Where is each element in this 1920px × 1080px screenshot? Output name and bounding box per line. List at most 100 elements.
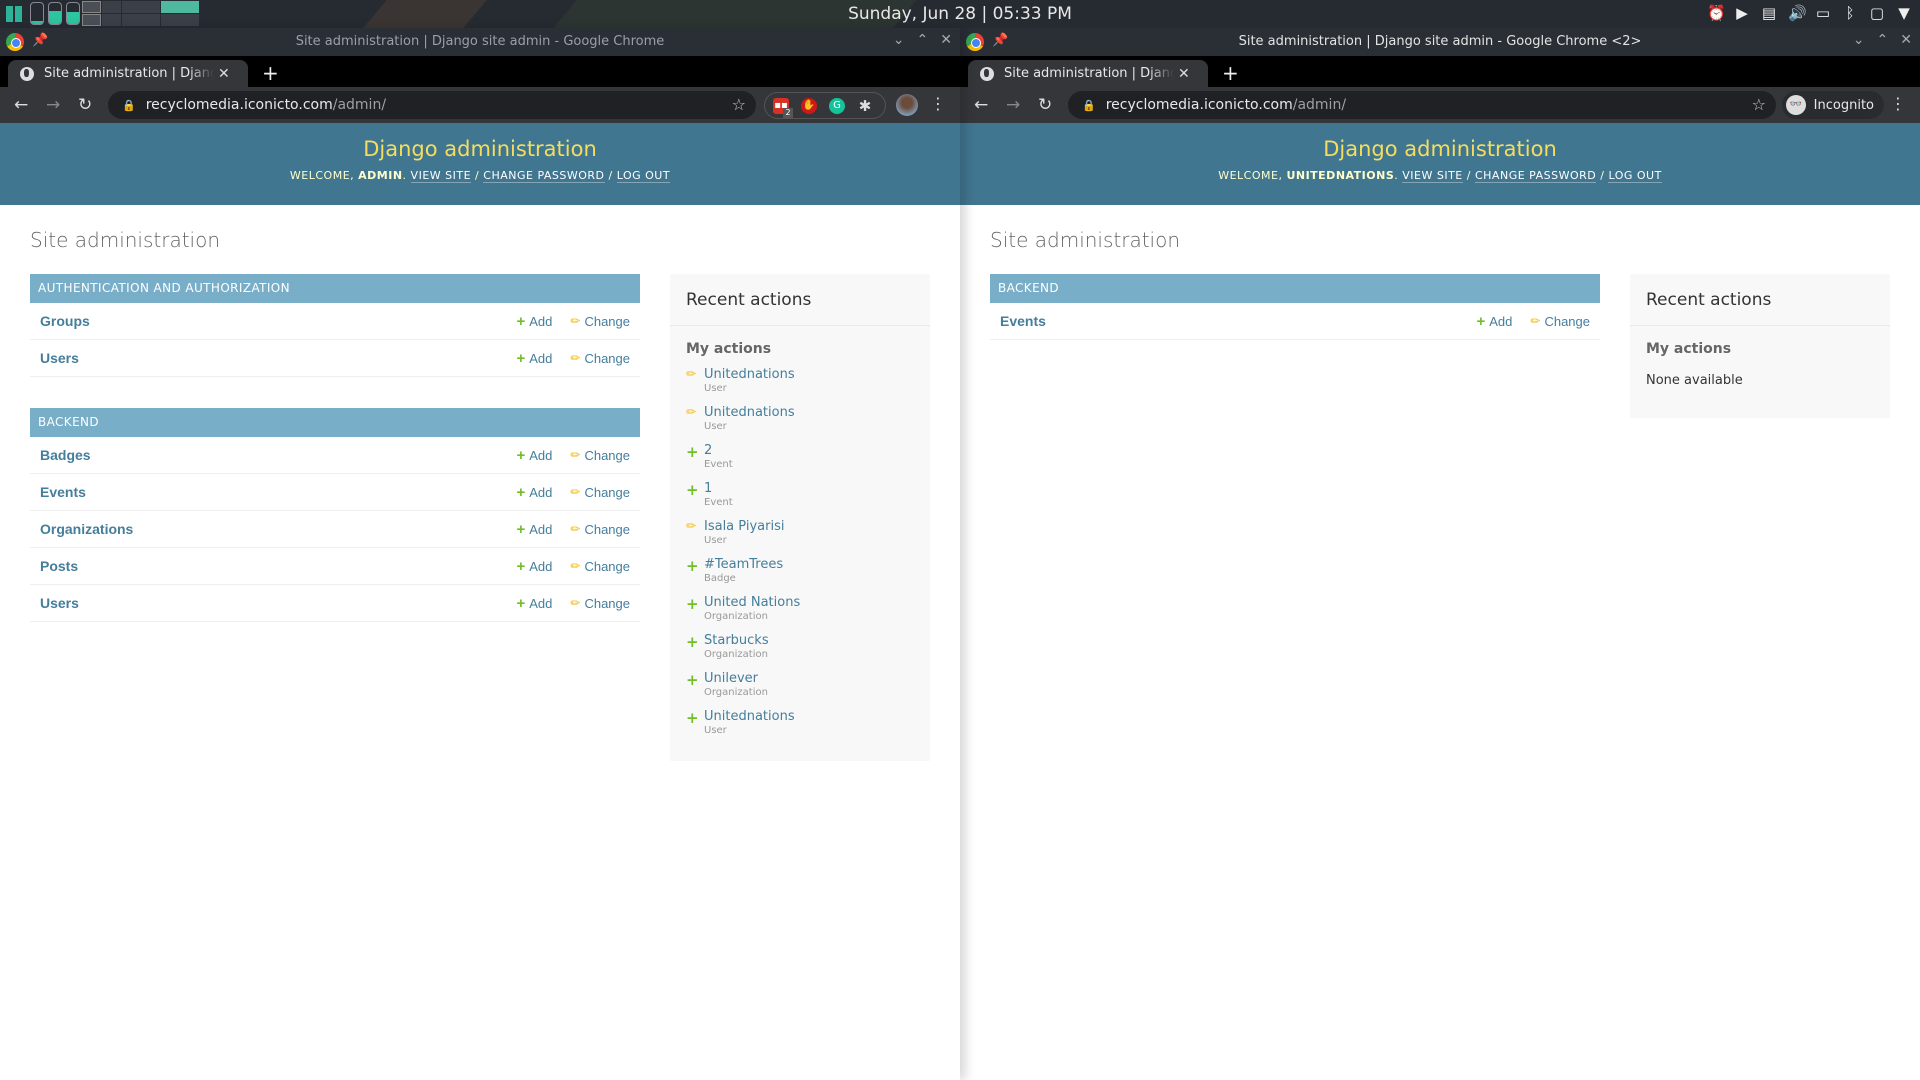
address-bar[interactable]: 🔒 recyclomedia.iconicto.com/admin/ ☆ xyxy=(1068,91,1776,119)
maximize-icon[interactable]: ⌃ xyxy=(1877,32,1889,48)
minimize-icon[interactable]: ⌄ xyxy=(1853,32,1865,48)
reload-icon[interactable]: ↻ xyxy=(1038,95,1052,115)
clipboard-icon[interactable]: ▤ xyxy=(1761,4,1777,22)
new-tab-button[interactable]: + xyxy=(262,61,279,85)
recent-action-link[interactable]: Unitednations xyxy=(704,405,795,420)
model-link[interactable]: Groups xyxy=(40,313,498,329)
lock-icon[interactable]: 🔒 xyxy=(1082,99,1096,112)
add-link[interactable]: + Add xyxy=(516,484,552,501)
close-window-icon[interactable]: ✕ xyxy=(940,32,952,48)
change-label: Change xyxy=(584,350,630,366)
add-link[interactable]: + Add xyxy=(516,447,552,464)
calendar-extension-icon[interactable]: ▪▪ 2 xyxy=(773,97,793,118)
maximize-icon[interactable]: ⌃ xyxy=(917,32,929,48)
forward-icon[interactable]: → xyxy=(46,95,60,115)
pencil-icon: ✏ xyxy=(570,559,581,573)
recent-action-link[interactable]: Starbucks xyxy=(704,633,769,648)
battery-icon[interactable]: ▭ xyxy=(1815,4,1831,22)
site-branding[interactable]: Django administration xyxy=(960,123,1920,161)
reload-icon[interactable]: ↻ xyxy=(78,95,92,115)
recent-action-link[interactable]: Isala Piyarisi xyxy=(704,519,784,534)
model-link[interactable]: Events xyxy=(40,484,498,500)
dropdown-icon[interactable]: ▼ xyxy=(1896,4,1912,22)
change-link[interactable]: ✏ Change xyxy=(1530,314,1590,329)
new-tab-button[interactable]: + xyxy=(1222,61,1239,85)
add-link[interactable]: + Add xyxy=(516,350,552,367)
forward-icon[interactable]: → xyxy=(1006,95,1020,115)
adblock-extension-icon[interactable]: ✋ xyxy=(801,97,817,114)
recent-action-link[interactable]: Unitednations xyxy=(704,367,795,382)
add-link[interactable]: + Add xyxy=(516,558,552,575)
my-actions-heading: My actions xyxy=(1646,341,1732,357)
module-caption[interactable]: Backend xyxy=(990,274,1600,303)
pencil-icon: ✏ xyxy=(570,314,581,328)
address-bar[interactable]: 🔒 recyclomedia.iconicto.com/admin/ ☆ xyxy=(108,91,756,119)
log-out-link[interactable]: Log out xyxy=(1608,169,1662,183)
recent-action-model: Organization xyxy=(704,611,768,622)
module-caption[interactable]: Authentication and Authorization xyxy=(30,274,640,303)
recent-action-link[interactable]: #TeamTrees xyxy=(704,557,783,572)
browser-menu-icon[interactable]: ⋮ xyxy=(930,94,946,113)
model-link[interactable]: Posts xyxy=(40,558,498,574)
change-link[interactable]: ✏ Change xyxy=(570,522,630,537)
change-link[interactable]: ✏ Change xyxy=(570,485,630,500)
recent-action-link[interactable]: Unilever xyxy=(704,671,768,686)
recent-action-link[interactable]: 2 xyxy=(704,443,733,458)
model-row-badges: Badges + Add ✏ Change xyxy=(30,437,640,474)
window-titlebar[interactable]: 📌 Site administration | Django site admi… xyxy=(960,28,1920,56)
window-titlebar[interactable]: 📌 Site administration | Django site admi… xyxy=(0,28,960,56)
media-play-icon[interactable]: ▶ xyxy=(1734,4,1750,22)
add-link[interactable]: + Add xyxy=(516,313,552,330)
recent-action-link[interactable]: 1 xyxy=(704,481,733,496)
add-link[interactable]: + Add xyxy=(516,595,552,612)
separator: / xyxy=(1600,169,1605,182)
change-link[interactable]: ✏ Change xyxy=(570,448,630,463)
browser-menu-icon[interactable]: ⋮ xyxy=(1890,94,1906,113)
change-link[interactable]: ✏ Change xyxy=(570,596,630,611)
module-caption[interactable]: Backend xyxy=(30,408,640,437)
change-password-link[interactable]: Change password xyxy=(483,169,605,183)
add-link[interactable]: + Add xyxy=(1476,313,1512,330)
lock-icon[interactable]: 🔒 xyxy=(122,99,136,112)
model-link[interactable]: Users xyxy=(40,350,498,366)
add-icon: + xyxy=(516,312,526,330)
model-link[interactable]: Users xyxy=(40,595,498,611)
extensions-puzzle-icon[interactable]: ✱ xyxy=(857,98,873,114)
recent-action-model: Organization xyxy=(704,687,768,698)
close-tab-icon[interactable]: ✕ xyxy=(218,66,230,82)
recent-action-item: + United Nations Organization xyxy=(686,595,914,622)
add-link[interactable]: + Add xyxy=(516,521,552,538)
profile-avatar[interactable] xyxy=(896,94,918,116)
incognito-icon: 👓 xyxy=(1785,95,1806,115)
back-icon[interactable]: ← xyxy=(974,95,988,115)
recent-action-link[interactable]: Unitednations xyxy=(704,709,795,724)
change-password-link[interactable]: Change password xyxy=(1474,169,1597,183)
model-link[interactable]: Badges xyxy=(40,447,498,463)
bluetooth-icon[interactable]: ᛒ xyxy=(1842,4,1858,22)
alarm-icon[interactable]: ⏰ xyxy=(1707,4,1726,22)
network-icon[interactable]: ▢ xyxy=(1869,4,1885,22)
recent-action-link[interactable]: United Nations xyxy=(704,595,800,610)
change-link[interactable]: ✏ Change xyxy=(570,314,630,329)
log-out-link[interactable]: Log out xyxy=(616,169,671,183)
site-branding[interactable]: Django administration xyxy=(0,123,960,161)
minimize-icon[interactable]: ⌄ xyxy=(893,32,905,48)
view-site-link[interactable]: View site xyxy=(1402,169,1463,183)
change-link[interactable]: ✏ Change xyxy=(570,559,630,574)
close-tab-icon[interactable]: ✕ xyxy=(1178,66,1190,82)
grammarly-extension-icon[interactable]: G xyxy=(829,97,845,114)
model-link[interactable]: Organizations xyxy=(40,521,498,537)
close-window-icon[interactable]: ✕ xyxy=(1900,32,1912,48)
model-link[interactable]: Events xyxy=(1000,313,1458,329)
bookmark-star-icon[interactable]: ☆ xyxy=(732,95,746,114)
browser-tab[interactable]: Site administration | Django site admin … xyxy=(968,60,1208,87)
view-site-link[interactable]: View site xyxy=(410,169,472,183)
clock[interactable]: Sunday, Jun 28 | 05:33 PM xyxy=(0,4,1920,24)
bookmark-star-icon[interactable]: ☆ xyxy=(1752,95,1766,114)
incognito-indicator[interactable]: 👓 Incognito xyxy=(1781,91,1884,119)
change-link[interactable]: ✏ Change xyxy=(570,351,630,366)
browser-tab[interactable]: Site administration | Django site admin … xyxy=(8,60,248,87)
extensions-group: ▪▪ 2 ✋ G ✱ xyxy=(764,92,886,119)
back-icon[interactable]: ← xyxy=(14,95,28,115)
volume-icon[interactable]: 🔊 xyxy=(1788,4,1807,22)
